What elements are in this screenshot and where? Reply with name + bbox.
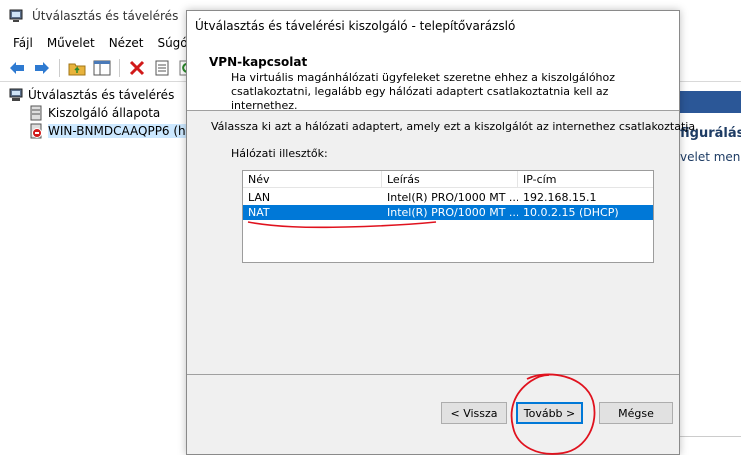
results-divider xyxy=(680,436,741,437)
menu-view[interactable]: Nézet xyxy=(102,36,151,50)
wizard-header: VPN-kapcsolat Ha virtuális magánhálózati… xyxy=(187,41,679,112)
toolbar-separator xyxy=(119,58,120,77)
back-button[interactable] xyxy=(6,57,28,79)
back-button-wizard[interactable]: < Vissza xyxy=(441,402,507,424)
server-status-icon xyxy=(30,105,42,121)
delete-button[interactable] xyxy=(126,57,148,79)
tree-item-server-status[interactable]: Kiszolgáló állapota xyxy=(28,104,160,122)
forward-button[interactable] xyxy=(31,57,53,79)
tree-item-label: Kiszolgáló állapota xyxy=(48,106,161,120)
tree-root[interactable]: Útválasztás és távelérés xyxy=(8,86,174,104)
show-hide-tree-button[interactable] xyxy=(91,57,113,79)
wizard-page-description: Ha virtuális magánhálózati ügyfeleket sz… xyxy=(231,71,616,112)
next-button[interactable]: Tovább > xyxy=(516,402,583,424)
up-folder-icon xyxy=(68,63,86,75)
adapter-ip: 10.0.2.15 (DHCP) xyxy=(523,206,619,219)
routing-app-icon xyxy=(9,9,23,22)
wizard-instruction: Válassza ki azt a hálózati adaptert, ame… xyxy=(211,120,699,133)
adapter-name: LAN xyxy=(248,191,271,204)
red-underline-annotation xyxy=(247,221,437,229)
wizard-title-bar[interactable]: Útválasztás és távelérési kiszolgáló - t… xyxy=(187,11,679,41)
cancel-button[interactable]: Mégse xyxy=(599,402,673,424)
up-folder-button[interactable] xyxy=(66,57,88,79)
column-header-name[interactable]: Név xyxy=(243,171,382,188)
tree-item-server[interactable]: WIN-BNMDCAAQPP6 (he xyxy=(28,122,194,140)
console-tree: Útválasztás és távelérés Kiszolgáló álla… xyxy=(0,84,194,455)
mmc-title: Útválasztás és távelérés xyxy=(32,9,179,23)
wizard-body: Válassza ki azt a hálózati adaptert, ame… xyxy=(187,112,699,374)
wizard-title: Útválasztás és távelérési kiszolgáló - t… xyxy=(195,19,516,33)
server-stopped-icon xyxy=(30,123,42,139)
adapters-list-label: Hálózati illesztők: xyxy=(231,147,328,160)
network-adapters-list[interactable]: Név Leírás IP-cím LAN Intel(R) PRO/1000 … xyxy=(242,170,654,263)
properties-button[interactable] xyxy=(151,57,173,79)
menu-action[interactable]: Művelet xyxy=(40,36,102,50)
results-header-band xyxy=(680,91,741,113)
tree-root-label: Útválasztás és távelérés xyxy=(28,88,175,102)
adapter-ip: 192.168.15.1 xyxy=(523,191,597,204)
column-header-ip[interactable]: IP-cím xyxy=(518,171,653,188)
forward-icon xyxy=(35,61,49,74)
menu-file[interactable]: Fájl xyxy=(6,36,40,50)
column-header-description[interactable]: Leírás xyxy=(382,171,518,188)
toolbar-separator xyxy=(59,58,60,77)
setup-wizard-dialog: Útválasztás és távelérési kiszolgáló - t… xyxy=(186,10,699,455)
delete-icon xyxy=(129,60,145,75)
adapter-row-lan[interactable]: LAN Intel(R) PRO/1000 MT ... 192.168.15.… xyxy=(243,190,653,205)
wizard-page-title: VPN-kapcsolat xyxy=(209,55,308,69)
routing-root-icon xyxy=(9,88,23,101)
tree-item-label: WIN-BNMDCAAQPP6 (he xyxy=(48,124,194,138)
adapter-description: Intel(R) PRO/1000 MT ... xyxy=(387,191,518,204)
list-header: Név Leírás IP-cím xyxy=(243,171,653,188)
wizard-footer-divider xyxy=(187,374,679,375)
show-hide-tree-icon xyxy=(93,60,111,75)
properties-icon xyxy=(155,60,169,75)
results-subtext: velet menü xyxy=(680,150,741,164)
back-icon xyxy=(10,61,24,74)
results-pane: figurálás velet menü xyxy=(680,84,741,455)
